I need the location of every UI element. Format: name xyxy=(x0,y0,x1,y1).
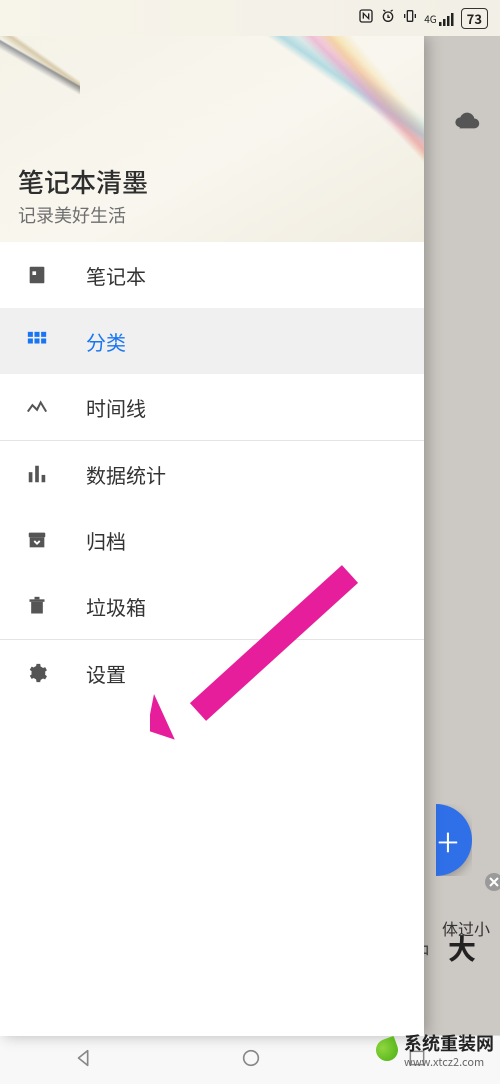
navigation-drawer: 笔记本清墨 记录美好生活 笔记本 分类 时间线 xyxy=(0,36,424,1036)
watermark-url: www.xtcz2.com xyxy=(404,1054,494,1070)
status-bar: 4G 73 xyxy=(0,0,500,36)
trash-icon xyxy=(22,595,52,617)
drawer-item-label: 归档 xyxy=(86,526,126,555)
app-subtitle: 记录美好生活 xyxy=(18,202,406,228)
timeline-icon xyxy=(22,396,52,418)
battery-indicator: 73 xyxy=(461,8,488,29)
notebook-icon xyxy=(22,264,52,286)
watermark: 系统重装网 www.xtcz2.com xyxy=(370,1028,500,1072)
nfc-icon xyxy=(358,8,374,29)
drawer-item-stats[interactable]: 数据统计 xyxy=(0,441,424,507)
drawer-item-settings[interactable]: 设置 xyxy=(0,640,424,706)
drawer-item-label: 垃圾箱 xyxy=(86,592,146,621)
signal-icon: 4G xyxy=(424,11,454,26)
drawer-item-label: 时间线 xyxy=(86,393,146,422)
drawer-item-archive[interactable]: 归档 xyxy=(0,507,424,573)
back-button[interactable] xyxy=(73,1047,95,1074)
watermark-title: 系统重装网 xyxy=(404,1030,494,1056)
drawer-item-timeline[interactable]: 时间线 xyxy=(0,374,424,440)
drawer-item-label: 设置 xyxy=(86,659,126,688)
drawer-header: 笔记本清墨 记录美好生活 xyxy=(0,36,424,242)
grid-icon xyxy=(22,330,52,352)
drawer-menu: 笔记本 分类 时间线 数据统计 xyxy=(0,242,424,706)
home-button[interactable] xyxy=(240,1047,262,1074)
stats-icon xyxy=(22,463,52,485)
plus-icon: + xyxy=(437,811,458,869)
close-icon[interactable] xyxy=(484,872,500,897)
app-title: 笔记本清墨 xyxy=(18,163,406,200)
settings-icon xyxy=(22,662,52,684)
drawer-item-trash[interactable]: 垃圾箱 xyxy=(0,573,424,639)
archive-icon xyxy=(22,529,52,551)
drawer-item-label: 数据统计 xyxy=(86,460,166,489)
cloud-icon[interactable] xyxy=(452,110,482,137)
alarm-icon xyxy=(380,8,396,29)
font-large-option[interactable]: 大 xyxy=(448,928,476,968)
drawer-item-categories[interactable]: 分类 xyxy=(0,308,424,374)
drawer-item-label: 笔记本 xyxy=(86,261,146,290)
drawer-item-label: 分类 xyxy=(86,327,126,356)
drawer-item-notebook[interactable]: 笔记本 xyxy=(0,242,424,308)
leaf-icon xyxy=(373,1036,401,1064)
vibrate-icon xyxy=(402,8,418,29)
